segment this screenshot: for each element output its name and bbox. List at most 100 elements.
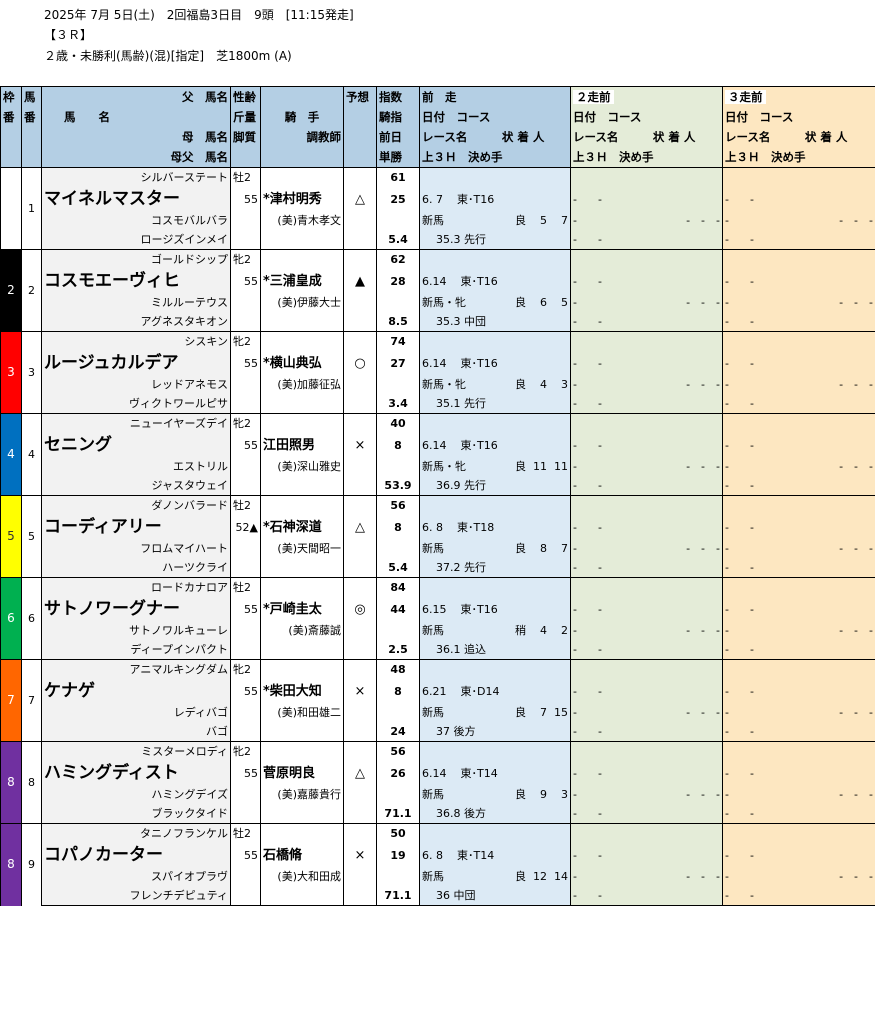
header-cell bbox=[260, 147, 344, 168]
prev1-last3f: 37.2 先行 bbox=[419, 558, 571, 578]
win-odds: 24 bbox=[376, 722, 420, 742]
speed-index: 50 bbox=[376, 823, 420, 843]
horse-name: サトノワーグナー bbox=[41, 597, 231, 621]
prev2-last3f: - - bbox=[570, 558, 723, 578]
prev1-blank bbox=[419, 659, 571, 679]
damsire-name: ロージズインメイ bbox=[41, 230, 231, 250]
jockey-blank bbox=[260, 659, 344, 679]
prev2-date-course: - - bbox=[570, 515, 723, 539]
sire-name: ミスターメロディ bbox=[41, 741, 231, 761]
blank bbox=[343, 230, 377, 250]
waku-cell: 2 bbox=[0, 249, 22, 332]
dam-name: エストリル bbox=[41, 457, 231, 476]
prev3-last3f: - - bbox=[722, 886, 875, 906]
blank bbox=[230, 375, 261, 394]
jockey-blank bbox=[260, 741, 344, 761]
waku-cell: 4 bbox=[0, 413, 22, 496]
zenjitsu bbox=[376, 539, 420, 558]
jockey-index: 26 bbox=[376, 761, 420, 785]
dam-name: レッドアネモス bbox=[41, 375, 231, 394]
mark-blank bbox=[343, 331, 377, 351]
jockey-name: *横山典弘 bbox=[260, 351, 344, 375]
trainer-name: (美)嘉藤貴行 bbox=[260, 785, 344, 804]
header-cell: 馬 bbox=[21, 86, 42, 107]
header-cell: 予想 bbox=[343, 86, 377, 107]
header-cell: ２走前 bbox=[570, 86, 723, 107]
header-cell bbox=[230, 147, 261, 168]
prev2-race: -- - - bbox=[570, 703, 723, 722]
prev1-date-course: 6.14 東･T16 bbox=[419, 433, 571, 457]
prev1-race: 新馬良 12 14 bbox=[419, 867, 571, 886]
zenjitsu bbox=[376, 211, 420, 230]
prev3-race: -- - - bbox=[722, 867, 875, 886]
trainer-name: (美)加藤征弘 bbox=[260, 375, 344, 394]
speed-index: 56 bbox=[376, 741, 420, 761]
blank bbox=[343, 722, 377, 742]
blank bbox=[230, 867, 261, 886]
prev3-blank bbox=[722, 741, 875, 761]
header-cell: 上３Ｈ 決め手 bbox=[722, 147, 875, 168]
prev1-last3f: 35.3 中団 bbox=[419, 312, 571, 332]
prev1-last3f: 36 中団 bbox=[419, 886, 571, 906]
blank bbox=[260, 476, 344, 496]
blank bbox=[343, 703, 377, 722]
jockey-index: 8 bbox=[376, 679, 420, 703]
horse-name: コパノカーター bbox=[41, 843, 231, 867]
sire-name: アニマルキングダム bbox=[41, 659, 231, 679]
sire-name: ロードカナロア bbox=[41, 577, 231, 597]
jockey-index: 44 bbox=[376, 597, 420, 621]
jockey-blank bbox=[260, 577, 344, 597]
header-cell: 母父 馬名 bbox=[41, 147, 231, 168]
waku-cell: 6 bbox=[0, 577, 22, 660]
blank bbox=[343, 375, 377, 394]
header-cell bbox=[21, 127, 42, 147]
header-cell bbox=[0, 127, 22, 147]
prev2-blank bbox=[570, 659, 723, 679]
waku-cell: 8 bbox=[0, 823, 22, 906]
dam-name: フロムマイハート bbox=[41, 539, 231, 558]
prev3-blank bbox=[722, 167, 875, 187]
prev1-last3f: 36.9 先行 bbox=[419, 476, 571, 496]
blank bbox=[343, 457, 377, 476]
header-cell: レース名 状 着 人 bbox=[722, 127, 875, 147]
blank bbox=[343, 539, 377, 558]
prev3-race: -- - - bbox=[722, 211, 875, 230]
waku-cell: 8 bbox=[0, 741, 22, 824]
header-cell: 父 馬名 bbox=[41, 86, 231, 107]
blank bbox=[343, 293, 377, 312]
prev3-blank bbox=[722, 659, 875, 679]
prev2-blank bbox=[570, 823, 723, 843]
blank bbox=[343, 804, 377, 824]
umaban-cell: 2 bbox=[21, 249, 42, 332]
umaban-cell: 9 bbox=[21, 823, 42, 906]
prev1-blank bbox=[419, 167, 571, 187]
umaban-cell: 1 bbox=[21, 167, 42, 250]
win-odds: 71.1 bbox=[376, 886, 420, 906]
jockey-name: *戸崎圭太 bbox=[260, 597, 344, 621]
prev2-blank bbox=[570, 577, 723, 597]
prev2-race: -- - - bbox=[570, 539, 723, 558]
header-cell bbox=[343, 107, 377, 127]
prev1-date-course: 6. 8 東･T18 bbox=[419, 515, 571, 539]
prediction-mark: △ bbox=[343, 761, 377, 785]
prev1-race: 新馬稍 4 2 bbox=[419, 621, 571, 640]
weight: 55 bbox=[230, 597, 261, 621]
damsire-name: ジャスタウェイ bbox=[41, 476, 231, 496]
weight: 55 bbox=[230, 269, 261, 293]
prev3-race: -- - - bbox=[722, 375, 875, 394]
jockey-blank bbox=[260, 167, 344, 187]
damsire-name: アグネスタキオン bbox=[41, 312, 231, 332]
prev1-blank bbox=[419, 331, 571, 351]
blank bbox=[260, 312, 344, 332]
header-cell bbox=[21, 147, 42, 168]
mark-blank bbox=[343, 741, 377, 761]
header-cell: 枠 bbox=[0, 86, 22, 107]
blank bbox=[230, 394, 261, 414]
weight: 55 bbox=[230, 679, 261, 703]
race-number: 【３Ｒ】 bbox=[44, 28, 93, 42]
dam-name: コスモバルバラ bbox=[41, 211, 231, 230]
prev2-race: -- - - bbox=[570, 375, 723, 394]
dam-name: スパイオプラヴ bbox=[41, 867, 231, 886]
umaban-cell: 4 bbox=[21, 413, 42, 496]
prev3-date-course: - - bbox=[722, 597, 875, 621]
